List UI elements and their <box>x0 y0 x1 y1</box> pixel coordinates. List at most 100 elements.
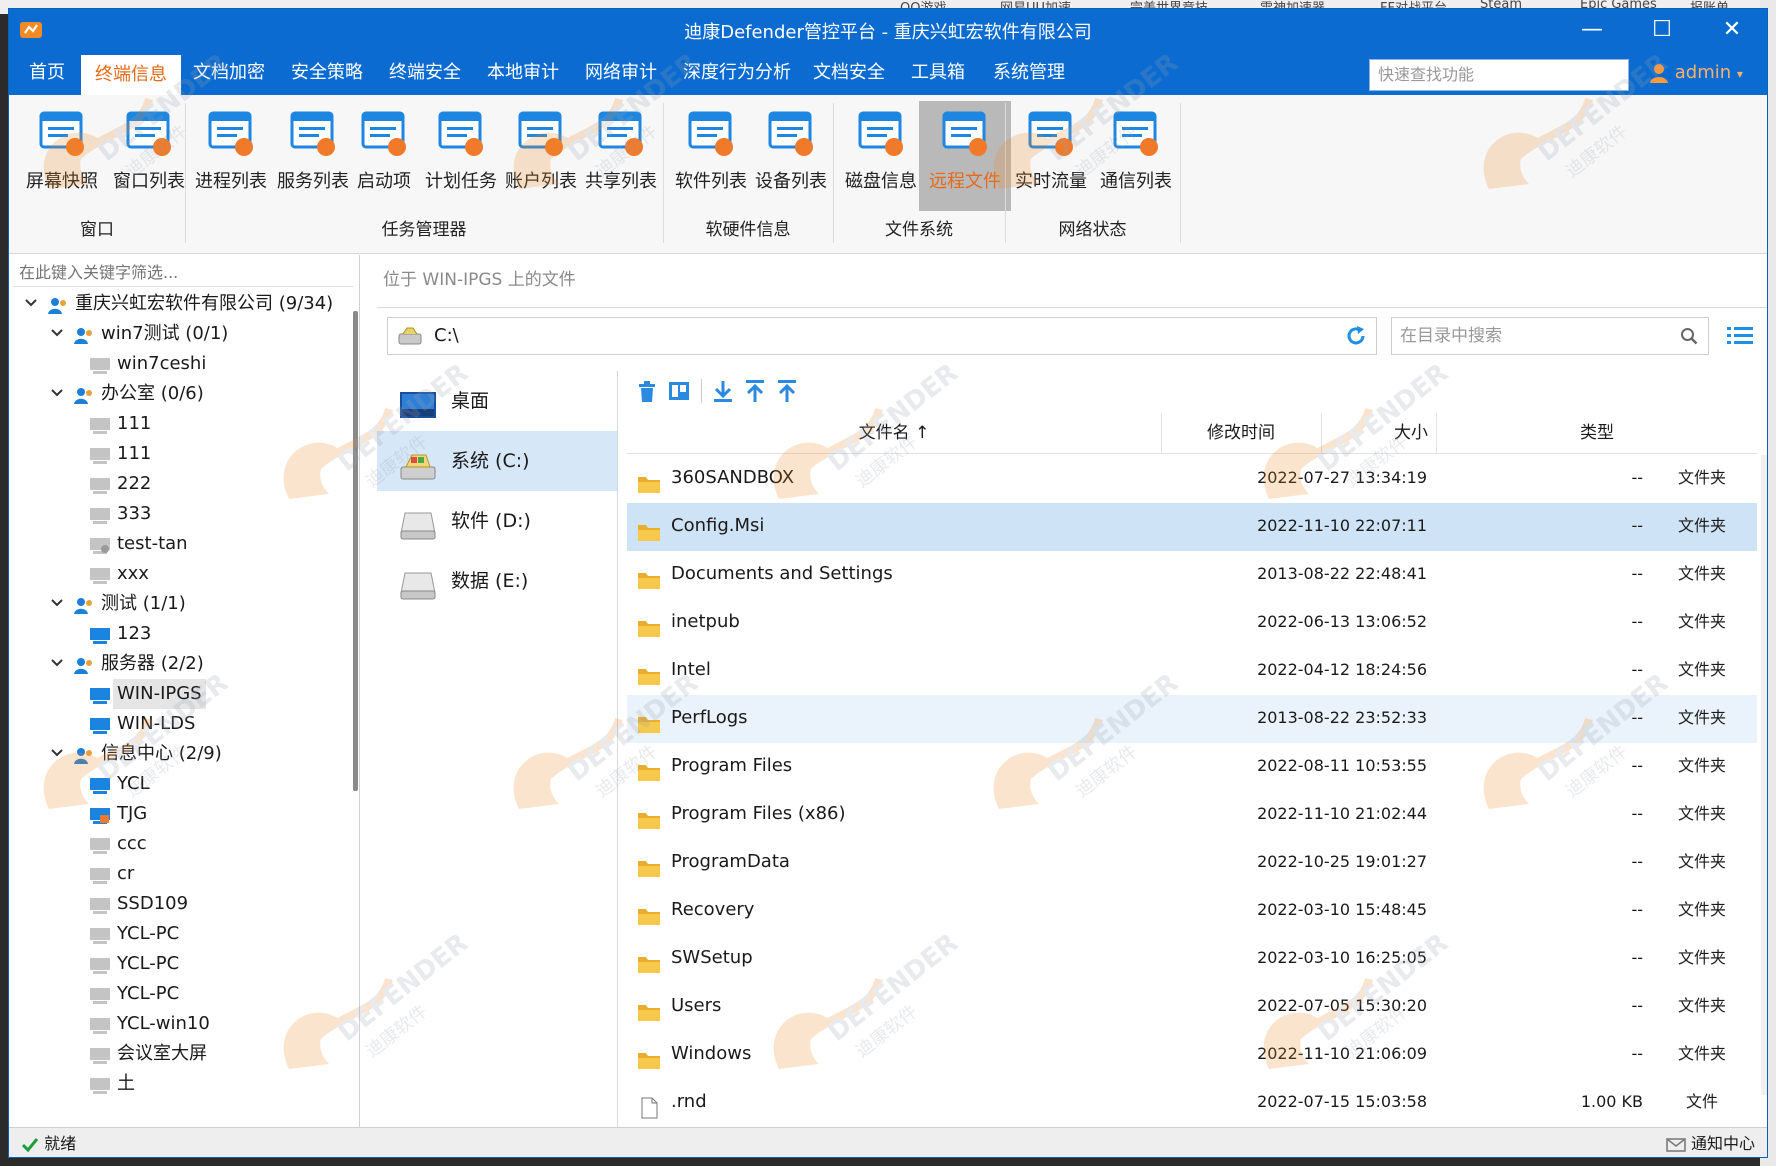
notification-center-button[interactable]: 通知中心 <box>1666 1134 1755 1154</box>
drive-item[interactable]: 数据 (E:) <box>377 551 617 611</box>
maximize-button[interactable]: ☐ <box>1627 9 1697 51</box>
drive-item[interactable]: 系统 (C:) <box>377 431 617 491</box>
refresh-icon[interactable] <box>1344 324 1368 348</box>
tree-node[interactable]: WIN-IPGS <box>9 679 349 709</box>
file-row[interactable]: SWSetup 2022-03-10 16:25:05 -- 文件夹 <box>627 935 1757 983</box>
menu-terminal-info[interactable]: 终端信息 <box>81 55 181 95</box>
menu-system-management[interactable]: 系统管理 <box>979 51 1079 95</box>
column-name[interactable]: 文件名 ↑ <box>627 413 1162 453</box>
chevron-down-icon[interactable] <box>49 379 65 409</box>
chevron-down-icon[interactable] <box>23 289 39 319</box>
tree-node[interactable]: 会议室大屏 <box>9 1039 349 1069</box>
column-size[interactable]: 大小 <box>1321 413 1437 453</box>
tree-node[interactable]: YCL-PC <box>9 949 349 979</box>
user-menu[interactable]: admin ▾ <box>1649 57 1743 89</box>
tree-node[interactable]: win7ceshi <box>9 349 349 379</box>
tree-node[interactable]: TJG <box>9 799 349 829</box>
ribbon-button-service-list[interactable]: 服务列表 <box>271 101 355 211</box>
drive-item[interactable]: 桌面 <box>377 371 617 431</box>
file-row[interactable]: Users 2022-07-05 15:30:20 -- 文件夹 <box>627 983 1757 1031</box>
chevron-down-icon[interactable] <box>49 589 65 619</box>
file-row[interactable]: inetpub 2022-06-13 13:06:52 -- 文件夹 <box>627 599 1757 647</box>
file-list-scrollbar[interactable] <box>1761 455 1767 1095</box>
ribbon-button-software-list[interactable]: 软件列表 <box>669 101 753 211</box>
tree-node[interactable]: YCL-PC <box>9 979 349 1009</box>
tree-node[interactable]: 土 <box>9 1069 349 1099</box>
menu-doc-security[interactable]: 文档安全 <box>799 51 899 95</box>
tree-node[interactable]: 222 <box>9 469 349 499</box>
tree-scrollbar[interactable] <box>353 311 358 791</box>
tree-node[interactable]: 信息中心 (2/9) <box>9 739 349 769</box>
upload-file-icon[interactable] <box>743 379 767 403</box>
menu-behavior-analysis[interactable]: 深度行为分析 <box>669 51 805 95</box>
menu-doc-encryption[interactable]: 文档加密 <box>179 51 279 95</box>
close-button[interactable]: ✕ <box>1697 9 1767 51</box>
ribbon-button-realtime-traffic[interactable]: 实时流量 <box>1009 101 1093 211</box>
ribbon-button-startup[interactable]: 启动项 <box>349 101 419 211</box>
menu-terminal-security[interactable]: 终端安全 <box>375 51 475 95</box>
ribbon-button-remote-file[interactable]: 远程文件 <box>919 101 1011 211</box>
file-row[interactable]: .rnd 2022-07-15 15:03:58 1.00 KB 文件 <box>627 1079 1757 1127</box>
ribbon-button-connection-list[interactable]: 通信列表 <box>1094 101 1178 211</box>
ribbon-button-window-list[interactable]: 窗口列表 <box>107 101 191 211</box>
ribbon-button-screenshot[interactable]: 屏幕快照 <box>19 101 105 211</box>
file-row[interactable]: PerfLogs 2013-08-22 23:52:33 -- 文件夹 <box>627 695 1757 743</box>
tree-node[interactable]: test-tan <box>9 529 349 559</box>
tree-node[interactable]: win7测试 (0/1) <box>9 319 349 349</box>
ribbon-button-account-list[interactable]: 账户列表 <box>499 101 583 211</box>
tree-node[interactable]: xxx <box>9 559 349 589</box>
file-row[interactable]: Intel 2022-04-12 18:24:56 -- 文件夹 <box>627 647 1757 695</box>
menu-toolbox[interactable]: 工具箱 <box>897 51 979 95</box>
view-toggle-icon[interactable] <box>667 379 691 403</box>
ribbon-button-disk-info[interactable]: 磁盘信息 <box>839 101 923 211</box>
ribbon-button-scheduled-task[interactable]: 计划任务 <box>419 101 503 211</box>
tree-node[interactable]: ccc <box>9 829 349 859</box>
minimize-button[interactable]: — <box>1557 9 1627 51</box>
tree-node[interactable]: YCL <box>9 769 349 799</box>
directory-search-input[interactable]: 在目录中搜索 <box>1391 317 1709 355</box>
tree-node[interactable]: 服务器 (2/2) <box>9 649 349 679</box>
chevron-down-icon[interactable] <box>49 319 65 349</box>
file-row[interactable]: Program Files (x86) 2022-11-10 21:02:44 --… <box>627 791 1757 839</box>
tree-node[interactable]: 测试 (1/1) <box>9 589 349 619</box>
download-icon[interactable] <box>711 379 735 403</box>
menu-home[interactable]: 首页 <box>15 51 79 95</box>
file-row[interactable]: Recovery 2022-03-10 15:48:45 -- 文件夹 <box>627 887 1757 935</box>
chevron-down-icon[interactable] <box>49 739 65 769</box>
tree-node[interactable]: cr <box>9 859 349 889</box>
tree-node[interactable]: 重庆兴虹宏软件有限公司 (9/34) <box>9 289 349 319</box>
tree-filter-input[interactable] <box>13 259 353 287</box>
path-bar[interactable]: C:\ <box>387 317 1377 355</box>
tree-node[interactable]: 111 <box>9 409 349 439</box>
file-row[interactable]: Windows 2022-11-10 21:06:09 -- 文件夹 <box>627 1031 1757 1079</box>
path-text[interactable]: C:\ <box>434 325 459 346</box>
file-row[interactable]: Documents and Settings 2013-08-22 22:48:4… <box>627 551 1757 599</box>
tree-node[interactable]: WIN-LDS <box>9 709 349 739</box>
chevron-down-icon[interactable] <box>49 649 65 679</box>
column-modified[interactable]: 修改时间 <box>1161 413 1322 453</box>
ribbon-button-process-list[interactable]: 进程列表 <box>189 101 273 211</box>
search-icon[interactable] <box>1680 327 1698 345</box>
list-view-icon[interactable] <box>1727 325 1753 347</box>
tree-node[interactable]: 333 <box>9 499 349 529</box>
tree-node[interactable]: YCL-PC <box>9 919 349 949</box>
tree-node[interactable]: YCL-win10 <box>9 1009 349 1039</box>
menu-network-audit[interactable]: 网络审计 <box>571 51 671 95</box>
file-row[interactable]: Program Files 2022-08-11 10:53:55 -- 文件夹 <box>627 743 1757 791</box>
ribbon-button-device-list[interactable]: 设备列表 <box>749 101 833 211</box>
quick-search-input[interactable]: 快速查找功能 <box>1369 59 1629 91</box>
menu-local-audit[interactable]: 本地审计 <box>473 51 573 95</box>
tree-node[interactable]: 123 <box>9 619 349 649</box>
tree-node[interactable]: 111 <box>9 439 349 469</box>
file-row[interactable]: Config.Msi 2022-11-10 22:07:11 -- 文件夹 <box>627 503 1757 551</box>
delete-icon[interactable] <box>635 379 659 403</box>
upload-folder-icon[interactable] <box>775 379 799 403</box>
file-row[interactable]: 360SANDBOX 2022-07-27 13:34:19 -- 文件夹 <box>627 455 1757 503</box>
menu-security-policy[interactable]: 安全策略 <box>277 51 377 95</box>
drive-item[interactable]: 软件 (D:) <box>377 491 617 551</box>
ribbon-button-share-list[interactable]: 共享列表 <box>579 101 663 211</box>
file-row[interactable]: ProgramData 2022-10-25 19:01:27 -- 文件夹 <box>627 839 1757 887</box>
tree-node[interactable]: 办公室 (0/6) <box>9 379 349 409</box>
column-type[interactable]: 类型 <box>1437 413 1757 453</box>
tree-node[interactable]: SSD109 <box>9 889 349 919</box>
